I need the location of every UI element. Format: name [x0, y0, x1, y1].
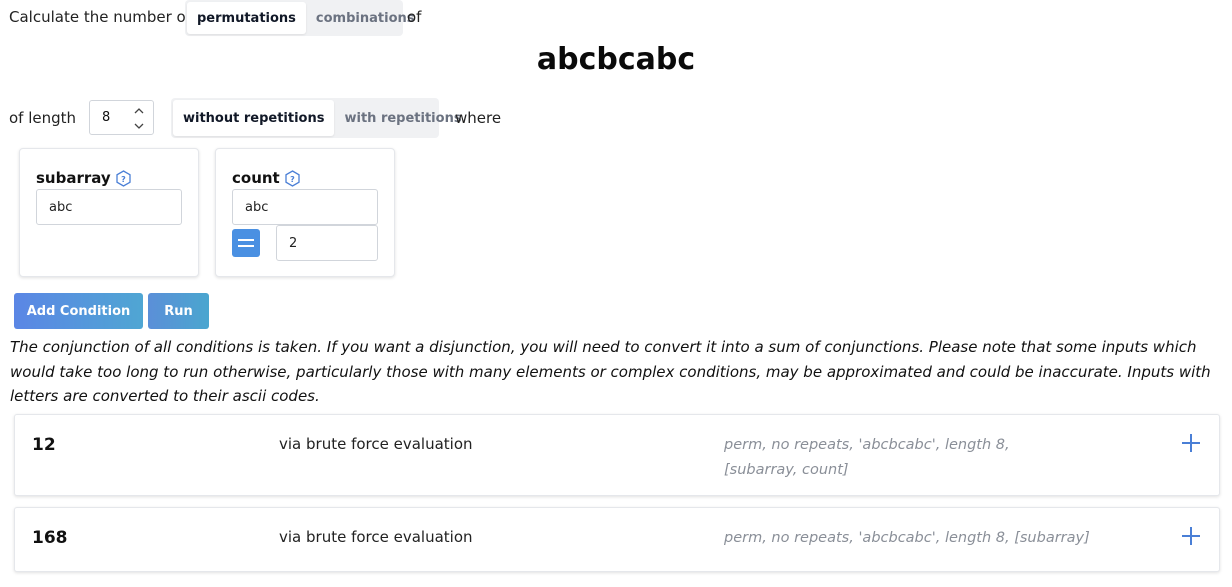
equals-icon[interactable]: [232, 229, 260, 257]
svg-text:?: ?: [290, 175, 295, 184]
result-count: 12: [32, 435, 56, 455]
tab-permutations[interactable]: permutations: [187, 2, 306, 34]
subarray-input[interactable]: abc: [36, 189, 182, 225]
plus-icon[interactable]: [1181, 433, 1201, 453]
condition-title-text: subarray: [36, 169, 111, 187]
result-method: via brute force evaluation: [279, 528, 473, 546]
condition-card-count: count ? abc 2: [215, 148, 395, 277]
length-prefix-label: of length: [9, 109, 77, 127]
condition-title: count ?: [232, 169, 301, 187]
count-value: 2: [289, 236, 298, 251]
chevron-up-icon[interactable]: [133, 104, 145, 116]
subarray-input-value: abc: [49, 200, 73, 215]
help-icon[interactable]: ?: [284, 169, 301, 187]
length-input[interactable]: 8: [89, 100, 154, 135]
plus-icon[interactable]: [1181, 526, 1201, 546]
count-pattern-input[interactable]: abc: [232, 189, 378, 225]
condition-title: subarray ?: [36, 169, 132, 187]
result-row: 168 via brute force evaluation perm, no …: [14, 507, 1220, 572]
result-row: 12 via brute force evaluation perm, no r…: [14, 414, 1220, 496]
condition-title-text: count: [232, 169, 280, 187]
svg-text:?: ?: [121, 175, 126, 184]
count-pattern-value: abc: [245, 200, 269, 215]
tab-without-repetitions[interactable]: without repetitions: [173, 100, 335, 136]
help-icon[interactable]: ?: [115, 169, 132, 187]
result-detail: perm, no repeats, 'abcbcabc', length 8, …: [724, 437, 1010, 478]
calc-suffix-label: of: [407, 8, 422, 26]
run-button[interactable]: Run: [148, 293, 209, 329]
length-value: 8: [102, 110, 111, 125]
calc-prefix-label: Calculate the number of: [9, 8, 191, 26]
repetition-toggle: without repetitions with repetitions: [171, 98, 462, 138]
chevron-down-icon[interactable]: [133, 120, 145, 132]
result-detail: perm, no repeats, 'abcbcabc', length 8, …: [724, 530, 1090, 546]
sequence-title: abcbcabc: [536, 42, 696, 77]
where-label: where: [455, 109, 502, 127]
condition-card-subarray: subarray ? abc: [19, 148, 199, 277]
result-count: 168: [32, 528, 68, 548]
info-note: The conjunction of all conditions is tak…: [10, 338, 1211, 405]
type-toggle: permutations combinations: [185, 0, 415, 36]
tab-with-repetitions[interactable]: with repetitions: [334, 100, 471, 136]
add-condition-button[interactable]: Add Condition: [14, 293, 143, 329]
count-value-input[interactable]: 2: [276, 225, 378, 261]
result-method: via brute force evaluation: [279, 435, 473, 453]
length-stepper[interactable]: [126, 101, 153, 134]
